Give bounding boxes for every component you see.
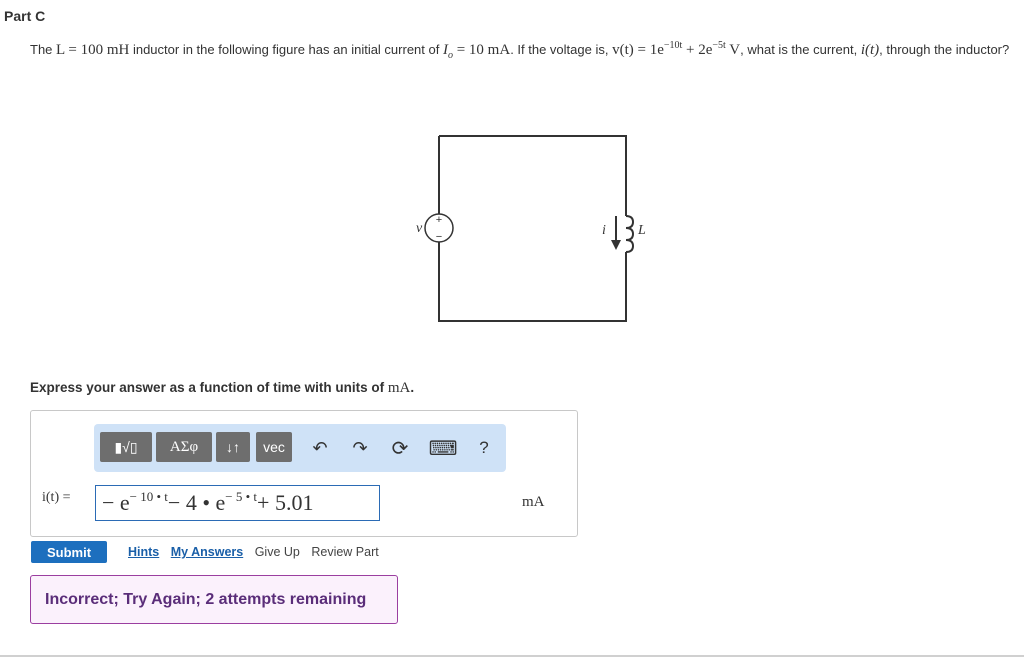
math-voltage: v(t) = 1e−10t + 2e−5t V [612,40,741,58]
greek-symbols-button[interactable]: ΑΣφ [156,432,212,462]
divider [0,655,1024,657]
my-answers-link[interactable]: My Answers [171,545,243,559]
problem-text-1: The [30,42,57,57]
problem-statement: The L = 100 mH inductor in the following… [30,36,1015,66]
math-inductance: L = 100 mH [56,42,130,58]
top-wire [439,135,627,216]
review-part-link[interactable]: Review Part [311,545,378,559]
math-toolbar: ▮√▯ ΑΣφ ↓↑ vec ↶ ↷ ⟳ ⌨ ? [94,424,506,472]
give-up-link[interactable]: Give Up [255,545,300,559]
part-title: Part C [4,8,46,24]
action-links: Hints My Answers Give Up Review Part [128,545,387,559]
voltage-label: v [416,221,423,236]
answer-label: i(t) = [42,490,71,505]
vector-button[interactable]: vec [256,432,292,462]
minus-sign: − [436,231,442,243]
reset-icon[interactable]: ⟳ [388,434,412,462]
arrows-button[interactable]: ↓↑ [216,432,250,462]
instruction-text: Express your answer as a function of tim… [30,380,415,396]
problem-text-2: inductor in the following figure has an … [129,42,443,57]
answer-units: mA [522,494,545,510]
undo-icon[interactable]: ↶ [308,434,332,462]
answer-input[interactable]: − e − 10 • t − 4 • e − 5 • t + 5.01 [95,485,380,521]
redo-icon[interactable]: ↷ [348,434,372,462]
hints-link[interactable]: Hints [128,545,159,559]
bottom-wire [438,242,627,322]
templates-button[interactable]: ▮√▯ [100,432,152,462]
inductor-coil [625,215,635,253]
problem-text-3: . If the voltage is, [510,42,613,57]
current-label: i [602,223,606,238]
inductor-label: L [637,223,646,238]
help-icon[interactable]: ? [472,434,496,462]
current-arrow-head [611,240,621,250]
plus-sign: + [436,214,442,226]
feedback-message: Incorrect; Try Again; 2 attempts remaini… [30,575,398,624]
problem-text-4: , what is the current, [740,42,861,57]
problem-text-5: , through the inductor? [879,42,1010,57]
submit-button[interactable]: Submit [31,541,107,563]
circuit-diagram: + − v L i [416,135,646,322]
math-current: i(t) [860,42,880,58]
keyboard-icon[interactable]: ⌨ [428,434,458,462]
math-initial-current: Io = 10 mA [442,42,511,61]
